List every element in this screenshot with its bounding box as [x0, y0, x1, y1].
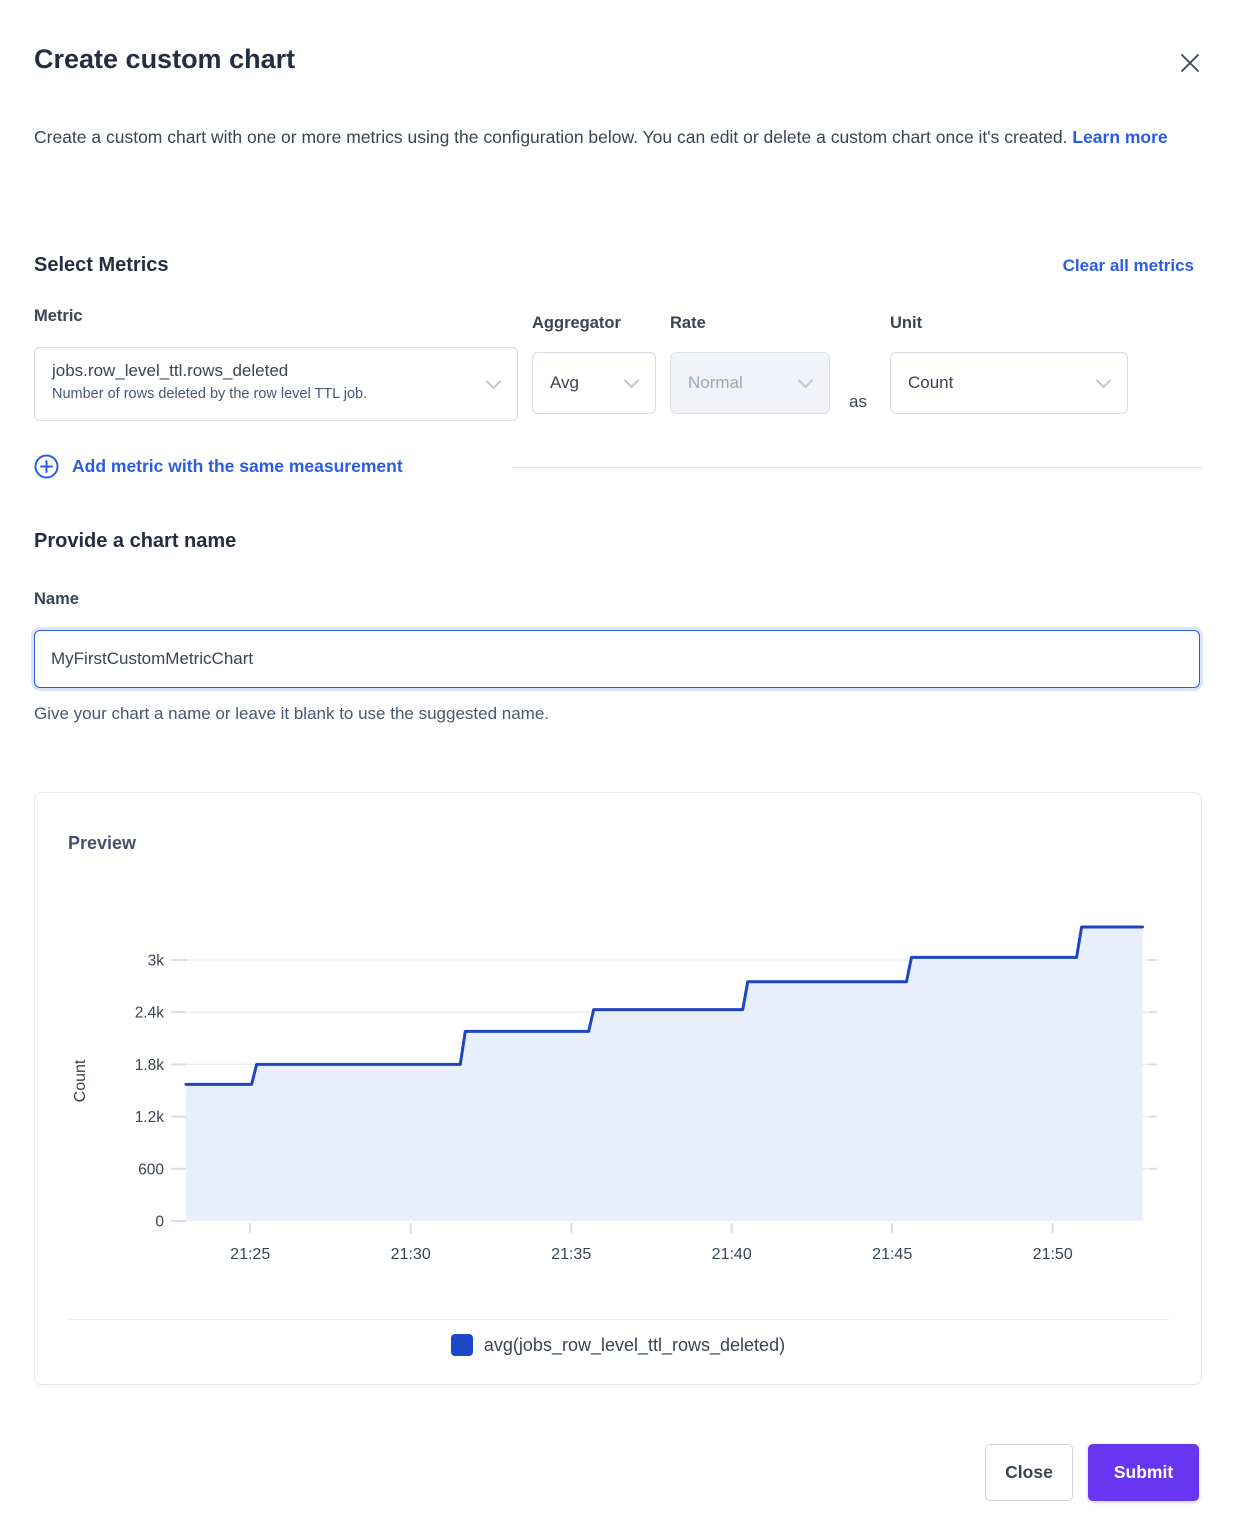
preview-card: Preview 0 600 1.2k 1.8k 2.4k 3k 21:25 21:30 21:3… [34, 792, 1202, 1385]
submit-button[interactable]: Submit [1088, 1444, 1199, 1501]
page-title: Create custom chart [34, 44, 295, 75]
unit-select-value: Count [908, 373, 953, 393]
x-tick-label: 21:35 [551, 1246, 591, 1263]
rate-select-value: Normal [688, 373, 743, 393]
chevron-down-icon [486, 374, 502, 390]
chevron-down-icon [798, 373, 814, 389]
preview-chart-svg: 0 600 1.2k 1.8k 2.4k 3k 21:25 21:30 21:35 21:40 21… [35, 881, 1203, 1273]
as-label: as [849, 392, 867, 412]
series-area-fill [186, 927, 1143, 1221]
legend-swatch-icon [451, 1334, 473, 1356]
description-text: Create a custom chart with one or more m… [34, 127, 1067, 147]
x-tick-label: 21:25 [230, 1246, 270, 1263]
add-metric-button[interactable]: Add metric with the same measurement [34, 454, 403, 479]
close-dialog-button[interactable] [1174, 48, 1206, 80]
rate-label: Rate [670, 314, 706, 333]
plus-circle-icon [34, 454, 59, 479]
select-metrics-heading: Select Metrics [34, 254, 169, 277]
preview-heading: Preview [68, 833, 136, 854]
y-tick-label: 600 [138, 1161, 164, 1178]
metric-label: Metric [34, 307, 83, 326]
aggregator-select-value: Avg [550, 373, 579, 393]
y-tick-label: 1.8k [135, 1057, 165, 1074]
unit-select[interactable]: Count [890, 352, 1128, 414]
close-button[interactable]: Close [985, 1444, 1073, 1501]
name-label: Name [34, 590, 79, 609]
metric-select-description: Number of rows deleted by the row level … [52, 386, 473, 402]
chevron-down-icon [624, 373, 640, 389]
clear-all-metrics-link[interactable]: Clear all metrics [1063, 256, 1194, 276]
x-tick-label: 21:50 [1033, 1246, 1073, 1263]
y-tick-label: 2.4k [135, 1005, 165, 1022]
chart-legend: avg(jobs_row_level_ttl_rows_deleted) [35, 1334, 1201, 1356]
chevron-down-icon [1096, 373, 1112, 389]
metric-select-value: jobs.row_level_ttl.rows_deleted [52, 361, 473, 381]
chart-name-heading: Provide a chart name [34, 530, 236, 553]
y-axis-title: Count [72, 1059, 89, 1102]
metric-row-divider [512, 467, 1202, 468]
x-tick-label: 21:45 [872, 1246, 912, 1263]
legend-label: avg(jobs_row_level_ttl_rows_deleted) [484, 1335, 785, 1356]
legend-divider [67, 1319, 1169, 1320]
aggregator-select[interactable]: Avg [532, 352, 656, 414]
aggregator-label: Aggregator [532, 314, 621, 333]
rate-select-disabled[interactable]: Normal [670, 352, 830, 414]
unit-label: Unit [890, 314, 922, 333]
close-icon [1178, 51, 1202, 75]
x-tick-label: 21:30 [391, 1246, 431, 1263]
x-tick-label: 21:40 [712, 1246, 752, 1263]
y-tick-label: 0 [155, 1214, 164, 1231]
y-tick-label: 3k [148, 953, 165, 970]
chart-name-input[interactable] [34, 630, 1200, 688]
add-metric-label: Add metric with the same measurement [72, 456, 403, 477]
y-tick-label: 1.2k [135, 1109, 165, 1126]
name-helper-text: Give your chart a name or leave it blank… [34, 704, 549, 724]
create-custom-chart-dialog: Create custom chart Create a custom char… [0, 0, 1236, 1538]
learn-more-link[interactable]: Learn more [1072, 127, 1167, 147]
metric-select[interactable]: jobs.row_level_ttl.rows_deleted Number o… [34, 347, 518, 421]
dialog-description: Create a custom chart with one or more m… [34, 118, 1184, 156]
preview-chart: 0 600 1.2k 1.8k 2.4k 3k 21:25 21:30 21:35 21:40 21… [35, 881, 1203, 1273]
